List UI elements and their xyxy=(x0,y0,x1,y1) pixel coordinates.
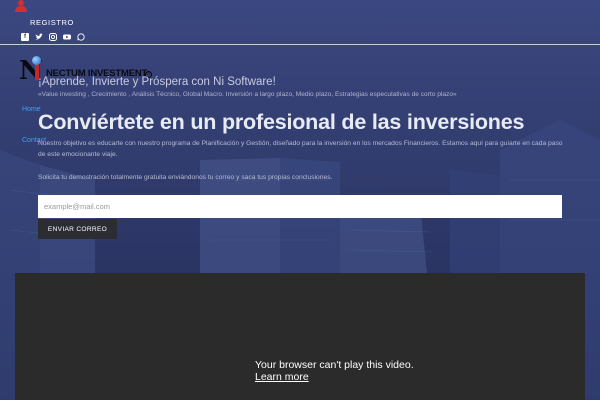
hero-subtagline: «Value investing , Crecimiento , Análisi… xyxy=(38,91,457,98)
hero-tagline: ¡Aprende, Invierte y Próspera con Ni Sof… xyxy=(38,76,276,88)
facebook-icon[interactable]: f xyxy=(21,33,29,41)
hero-paragraph: Nuestro objetivo es educarte con nuestro… xyxy=(38,140,563,158)
social-links: f xyxy=(21,33,85,41)
email-input[interactable] xyxy=(38,195,562,218)
video-error-message: Your browser can't play this video. xyxy=(255,359,414,371)
hero-headline: Conviértete en un profesional de las inv… xyxy=(38,110,525,134)
header-divider xyxy=(0,44,600,45)
instagram-icon[interactable] xyxy=(49,33,57,41)
twitter-icon[interactable] xyxy=(35,33,43,41)
user-icon[interactable] xyxy=(14,0,28,12)
video-player[interactable]: Your browser can't play this video. Lear… xyxy=(15,273,585,400)
send-email-button[interactable]: ENVIAR CORREO xyxy=(38,219,117,239)
learn-more-link[interactable]: Learn more xyxy=(255,371,309,383)
whatsapp-icon[interactable] xyxy=(77,33,85,41)
registro-link[interactable]: REGISTRO xyxy=(30,18,74,27)
globe-icon xyxy=(32,56,41,65)
hero-cta-text: Solicita tu demostración totalmente grat… xyxy=(38,174,333,181)
top-bar: REGISTRO f xyxy=(0,0,600,45)
youtube-icon[interactable] xyxy=(63,33,71,41)
